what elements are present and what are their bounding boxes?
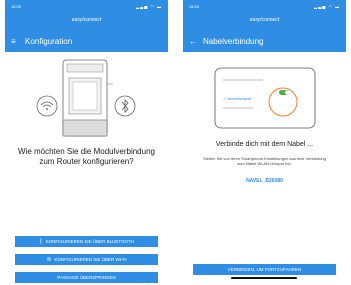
bluetooth-config-label: Konfigurieren Sie über Bluetooth bbox=[45, 239, 135, 244]
page-title: Nabelverbindung bbox=[203, 36, 264, 46]
status-time: 16:25 bbox=[189, 4, 200, 9]
stove-illustration bbox=[36, 59, 136, 137]
skip-button[interactable]: Passage überspringen bbox=[15, 272, 158, 283]
header-bar: 16:25 ▂▃▅ ◠ ▬ easy/connect ← Nabelverbin… bbox=[183, 0, 346, 52]
page-title: Konfiguration bbox=[25, 36, 73, 46]
phone-settings-illustration: ✓ Nabelhotspot bbox=[214, 67, 316, 129]
status-icons: ▂▃▅ ◠ ▬ bbox=[136, 4, 162, 9]
hotspot-title: Verbinde dich mit dem Nabel ... bbox=[215, 141, 314, 148]
wifi-config-label: Konfigurieren Sie über Wi-Fi bbox=[54, 257, 127, 262]
app-logo: easy/connect bbox=[71, 17, 102, 23]
connect-continue-label: Verbinden, um fortzufahren bbox=[227, 267, 302, 272]
wifi-icon: ≋ bbox=[46, 257, 52, 263]
bluetooth-config-button[interactable]: ᛒ Konfigurieren Sie über Bluetooth bbox=[15, 236, 158, 247]
header-bar: 16:25 ▂▃▅ ◠ ▬ easy/connect ≡ Konfigurati… bbox=[5, 0, 168, 52]
phone-screen-configuration: 16:25 ▂▃▅ ◠ ▬ easy/connect ≡ Konfigurati… bbox=[5, 0, 168, 285]
wifi-config-button[interactable]: ≋ Konfigurieren Sie über Wi-Fi bbox=[15, 254, 158, 265]
home-indicator bbox=[231, 277, 297, 279]
wifi-check-icon: ✓ Nabelhotspot bbox=[223, 96, 252, 101]
app-logo: easy/connect bbox=[249, 17, 280, 23]
wifi-icon-circle bbox=[36, 95, 58, 117]
nav-bar: ← Nabelverbindung bbox=[189, 35, 264, 47]
hotspot-name: NAVEL_B26080 bbox=[246, 178, 283, 184]
hotspot-description: Stellen Sie von Ihren Smartphone-Einstel… bbox=[203, 156, 326, 166]
menu-icon[interactable]: ≡ bbox=[11, 37, 21, 46]
bluetooth-icon: ᛒ bbox=[38, 238, 43, 245]
nav-bar: ≡ Konfiguration bbox=[11, 35, 72, 47]
skip-label: Passage überspringen bbox=[57, 275, 116, 280]
back-arrow-icon[interactable]: ← bbox=[189, 37, 199, 46]
phone-screen-hotspot: 16:25 ▂▃▅ ◠ ▬ easy/connect ← Nabelverbin… bbox=[183, 0, 346, 285]
status-icons: ▂▃▅ ◠ ▬ bbox=[314, 4, 340, 9]
config-question: Wie möchten Sie die Modulverbindung zum … bbox=[18, 147, 155, 166]
connect-continue-button[interactable]: Verbinden, um fortzufahren bbox=[193, 264, 336, 275]
status-time: 16:25 bbox=[11, 4, 22, 9]
